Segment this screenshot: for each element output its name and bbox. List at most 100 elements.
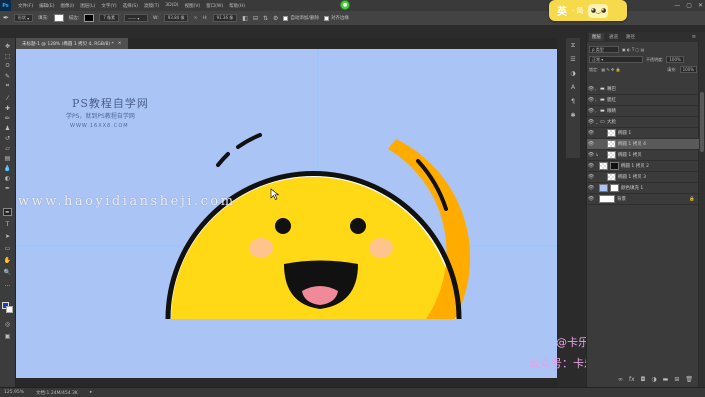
opacity-input[interactable]: 100% [666, 56, 684, 63]
link-icon[interactable]: ∞ [193, 15, 197, 21]
quick-mask-icon[interactable]: ◎ [3, 320, 12, 328]
panel-menu-icon[interactable]: ≡ [692, 34, 696, 40]
gear-icon[interactable]: ⚙ [273, 15, 278, 22]
eye-icon[interactable]: 👁 [587, 185, 595, 191]
crop-tool-icon[interactable]: ⌗ [3, 82, 12, 90]
scroll-thumb[interactable] [700, 92, 704, 152]
layer-row[interactable]: 👁 › ▬ 眼睛 [587, 106, 699, 117]
quick-select-tool-icon[interactable]: ✎ [3, 72, 12, 80]
new-group-icon[interactable]: ▬ [663, 376, 669, 383]
move-tool-icon[interactable]: ✥ [3, 42, 12, 50]
maximize-button[interactable]: ▢ [686, 2, 692, 9]
character-icon[interactable]: A [569, 84, 577, 91]
fx-icon[interactable]: fx [629, 376, 635, 383]
fill-input[interactable]: 100% [679, 66, 697, 73]
tab-channels[interactable]: 通道 [606, 33, 621, 41]
eye-icon[interactable]: 👁 [587, 174, 595, 180]
eye-icon[interactable]: 👁 [587, 141, 595, 147]
path-align-icon[interactable]: ⊟ [253, 15, 258, 22]
menu-file[interactable]: 文件(F) [15, 3, 36, 9]
layer-row[interactable]: 👁 › ▬ 腮红 [587, 95, 699, 106]
layer-row[interactable]: 👁 颜色填充 1 [587, 183, 699, 194]
layer-mask-thumbnail[interactable] [610, 162, 619, 170]
type-tool-icon[interactable]: T [3, 220, 12, 228]
screen-mode-icon[interactable]: ▣ [3, 332, 12, 340]
fill-swatch[interactable] [53, 14, 64, 22]
layers-scrollbar[interactable] [699, 32, 705, 387]
pen-tool-icon[interactable]: ✒ [3, 14, 9, 22]
menu-window[interactable]: 窗口(W) [203, 3, 226, 9]
canvas[interactable]: PS教程自学网 学PS，就到PS教程自学网 WWW.16XX8.COM www.… [16, 49, 557, 378]
layer-mask-thumbnail[interactable] [610, 184, 619, 192]
tab-layers[interactable]: 图层 [589, 33, 604, 41]
stroke-width-input[interactable]: 7 像素 [99, 14, 120, 22]
document-tab[interactable]: 未标题-1 @ 128% (椭圆 1 拷贝 4, RGB/8) * × [16, 38, 128, 49]
history-icon[interactable]: ⧖ [569, 42, 577, 49]
layer-row[interactable]: 👁 椭圆 1 [587, 128, 699, 139]
marquee-tool-icon[interactable]: ⬚ [3, 52, 12, 60]
delete-layer-icon[interactable]: 🗑 [685, 376, 693, 383]
history-brush-tool-icon[interactable]: ↺ [3, 134, 12, 142]
eye-icon[interactable]: 👁 [587, 108, 595, 114]
mask-icon[interactable]: ◘ [641, 376, 646, 383]
minimize-button[interactable]: — [674, 2, 680, 9]
menu-help[interactable]: 帮助(H) [226, 3, 248, 9]
eyedropper-tool-icon[interactable]: ⁄ [3, 94, 12, 102]
width-input[interactable]: 93.84 像 [163, 14, 189, 22]
hand-tool-icon[interactable]: ✋ [3, 256, 12, 264]
filter-icons[interactable]: ▣ ◐ T ▢ ▤ [622, 47, 644, 52]
menu-type[interactable]: 文字(Y) [98, 3, 119, 9]
brushes-icon[interactable]: ✱ [569, 112, 577, 119]
align-edges-checkbox[interactable]: 对齐边缘 [323, 15, 349, 21]
properties-icon[interactable]: ☰ [569, 56, 577, 63]
new-layer-icon[interactable]: ⊞ [674, 376, 679, 383]
path-ops-icon[interactable]: ◧ [242, 15, 248, 22]
eye-icon[interactable]: 👁 [587, 196, 595, 202]
rectangle-tool-icon[interactable]: ▭ [3, 244, 12, 252]
layer-kind-filter[interactable]: ρ 类型 [589, 46, 619, 53]
eye-icon[interactable]: 👁 [587, 163, 595, 169]
path-arrange-icon[interactable]: ⇅ [263, 15, 268, 22]
menu-image[interactable]: 图像(I) [57, 3, 77, 9]
dodge-tool-icon[interactable]: ◐ [3, 174, 12, 182]
menu-layer[interactable]: 图层(L) [77, 3, 98, 9]
stroke-swatch[interactable] [84, 14, 95, 22]
adjustments-icon[interactable]: ◑ [569, 70, 577, 77]
layer-row[interactable]: 👁 椭圆 1 拷贝 3 [587, 172, 699, 183]
brush-tool-icon[interactable]: ✏ [3, 114, 12, 122]
layer-row[interactable]: 👁 背景 🔒 [587, 194, 699, 205]
shape-mode-select[interactable]: 形状 ▾ [13, 14, 34, 22]
menu-view[interactable]: 视图(V) [182, 3, 204, 9]
close-button[interactable]: ✕ [698, 2, 703, 9]
status-arrow-icon[interactable]: ▸ [90, 390, 92, 395]
ime-toolbar[interactable]: 英 · 简 ◕‿◕ [549, 0, 627, 21]
layer-row[interactable]: 👁 ↳ 椭圆 1 拷贝 [587, 150, 699, 161]
eye-icon[interactable]: 👁 [587, 152, 595, 158]
link-layers-icon[interactable]: ∞ [618, 376, 623, 383]
blend-mode-select[interactable]: 正常 ▾ [589, 56, 643, 63]
ime-language[interactable]: 英 [557, 3, 567, 18]
more-tools-icon[interactable]: … [3, 280, 12, 288]
auto-add-delete-checkbox[interactable]: 自动添加/删除 [283, 15, 319, 21]
close-tab-icon[interactable]: × [118, 41, 122, 46]
eye-icon[interactable]: 👁 [587, 130, 595, 136]
tab-paths[interactable]: 路径 [623, 33, 638, 41]
path-select-tool-icon[interactable]: ➤ [3, 232, 12, 240]
layer-row[interactable]: 👁 ⌄ ▭ 大脸 [587, 117, 699, 128]
eye-icon[interactable]: 👁 [587, 119, 595, 125]
height-input[interactable]: 91.36 像 [212, 14, 238, 22]
lasso-tool-icon[interactable]: ଠ [3, 62, 12, 70]
blur-tool-icon[interactable]: 💧 [3, 164, 12, 172]
clone-stamp-tool-icon[interactable]: ♟ [3, 124, 12, 132]
adjustment-layer-icon[interactable]: ◑ [651, 376, 656, 383]
menu-edit[interactable]: 编辑(E) [36, 3, 57, 9]
paragraph-icon[interactable]: ¶ [569, 98, 577, 105]
layer-row-selected[interactable]: 👁 椭圆 1 拷贝 4 [587, 139, 699, 150]
ime-mode[interactable]: · 简 [572, 6, 583, 16]
zoom-level[interactable]: 125.95% [4, 390, 24, 395]
pen-tool-active-icon[interactable]: ✒ [3, 208, 12, 216]
menu-filter[interactable]: 滤镜(T) [141, 3, 162, 9]
zoom-tool-icon[interactable]: 🔍 [3, 268, 12, 276]
eraser-tool-icon[interactable]: ▱ [3, 144, 12, 152]
menu-select[interactable]: 选择(S) [120, 3, 141, 9]
